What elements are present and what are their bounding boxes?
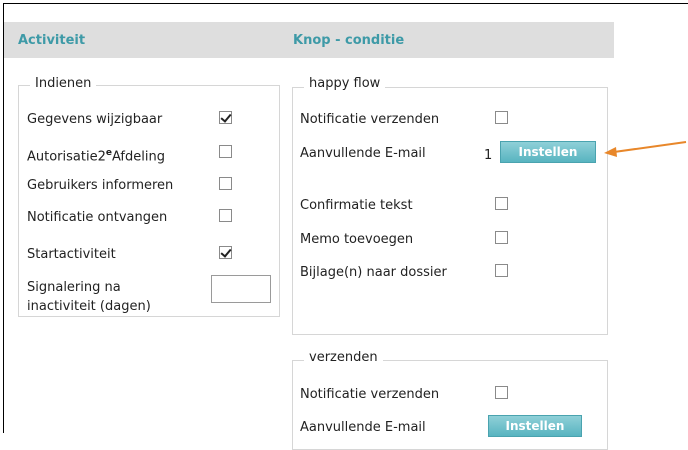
header-activiteit: Activiteit [18,33,86,48]
label-signalering-line1: Signalering na [27,280,121,295]
label-autorisatie-afdeling: Autorisatie2eAfdeling [27,145,165,165]
label-startactiviteit: Startactiviteit [27,247,116,262]
label-notificatie-verzenden: Notificatie verzenden [300,112,440,127]
label-gegevens-wijzigbaar: Gegevens wijzigbaar [27,112,163,127]
label-autorisatie-b: Afdeling [111,149,165,165]
happy-flow-legend: happy flow [304,76,386,91]
label-autorisatie-a: Autorisatie2 [27,149,106,165]
checkbox-gebruikers-informeren[interactable] [219,177,232,190]
indienen-legend: Indienen [30,76,97,91]
label-signalering-line2: inactiviteit (dagen) [27,299,151,314]
label-bijlage-naar-dossier: Bijlage(n) naar dossier [300,265,447,280]
signalering-days-input[interactable] [211,275,271,303]
label-gebruikers-informeren: Gebruikers informeren [27,178,174,193]
checkbox-memo-toevoegen[interactable] [495,231,508,244]
checkbox-verzenden-notificatie[interactable] [495,386,508,399]
instellen-button[interactable]: Instellen [500,141,596,163]
table-header: Activiteit Knop - conditie [4,22,614,58]
verzenden-legend: verzenden [304,350,383,365]
header-knop-conditie: Knop - conditie [293,33,405,48]
checkbox-gegevens-wijzigbaar[interactable] [219,111,232,124]
verzenden-instellen-button[interactable]: Instellen [488,415,582,437]
annotation-arrow-icon [604,141,687,157]
aanvullende-email-count: 1 [484,148,493,163]
label-confirmatie-tekst: Confirmatie tekst [300,198,413,213]
checkbox-bijlage-naar-dossier[interactable] [495,264,508,277]
label-verzenden-notificatie: Notificatie verzenden [300,387,440,402]
checkbox-startactiviteit[interactable] [219,246,232,259]
label-memo-toevoegen: Memo toevoegen [300,232,414,247]
checkbox-notificatie-verzenden[interactable] [495,111,508,124]
label-notificatie-ontvangen: Notificatie ontvangen [27,210,168,225]
checkbox-autorisatie-afdeling[interactable] [219,145,232,158]
label-aanvullende-email: Aanvullende E-mail [300,146,426,161]
checkbox-confirmatie-tekst[interactable] [495,197,508,210]
checkbox-notificatie-ontvangen[interactable] [219,209,232,222]
